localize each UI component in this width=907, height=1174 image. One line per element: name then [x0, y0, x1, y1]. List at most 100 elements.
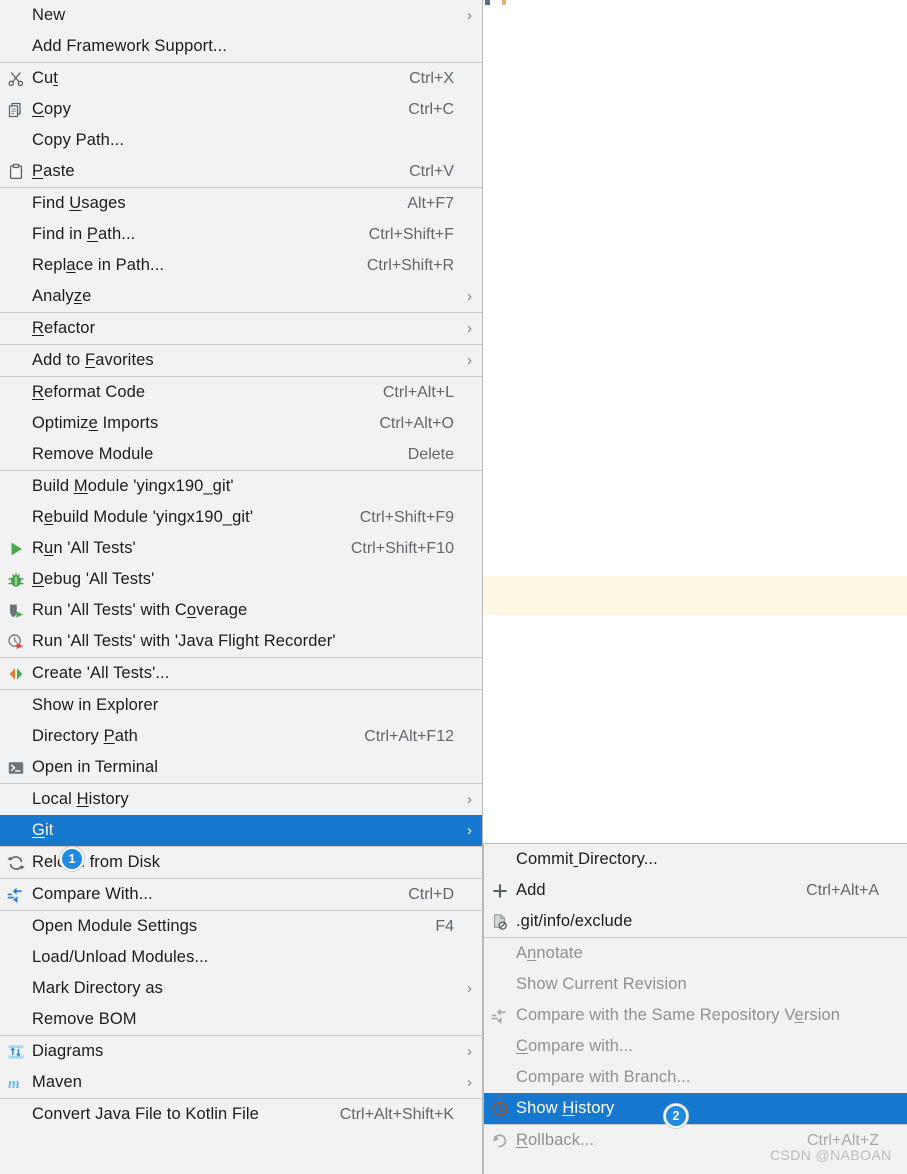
menu-item-cut[interactable]: Cut Ctrl+X — [0, 63, 482, 94]
menu-item-remove-bom[interactable]: Remove BOM — [0, 1004, 482, 1035]
menu-item-run-all-tests[interactable]: Run 'All Tests' Ctrl+Shift+F10 — [0, 533, 482, 564]
scissors-icon — [0, 63, 32, 94]
menu-item-label: Debug 'All Tests' — [32, 570, 155, 588]
menu-item-commit-directory[interactable]: Commit Directory... — [484, 844, 907, 875]
menu-item-analyze[interactable]: Analyze › — [0, 281, 482, 312]
menu-item-open-module-settings[interactable]: Open Module Settings F4 — [0, 911, 482, 942]
menu-item-shortcut: Ctrl+Alt+A — [806, 881, 879, 899]
step-badge-1: 1 — [60, 847, 84, 871]
menu-item-label: Directory Path — [32, 727, 138, 745]
menu-item-add-framework-support[interactable]: Add Framework Support... — [0, 31, 482, 62]
clipboard-icon — [0, 156, 32, 187]
menu-item-label: Compare with Branch... — [516, 1068, 691, 1086]
menu-item-icon-slot — [0, 0, 32, 31]
file-ignored-icon — [484, 906, 516, 937]
copy-icon — [0, 94, 32, 125]
menu-item-icon-slot — [0, 471, 32, 502]
menu-item-label: Run 'All Tests' with Coverage — [32, 601, 248, 619]
rollback-icon — [484, 1125, 516, 1156]
menu-item-label: Commit Directory... — [516, 850, 658, 868]
run-icon — [0, 533, 32, 564]
menu-item-git[interactable]: Git › — [0, 815, 482, 846]
menu-item-label: Load/Unload Modules... — [32, 948, 209, 966]
menu-item-add[interactable]: Add Ctrl+Alt+A — [484, 875, 907, 906]
menu-item-compare-with-the-same-repository-version: Compare with the Same Repository Version — [484, 1000, 907, 1031]
menu-item-find-usages[interactable]: Find Usages Alt+F7 — [0, 188, 482, 219]
menu-item-copy-path[interactable]: Copy Path... — [0, 125, 482, 156]
menu-item-icon-slot — [0, 408, 32, 439]
menu-item-show-history[interactable]: Show History — [484, 1093, 907, 1124]
menu-item-refactor[interactable]: Refactor › — [0, 313, 482, 344]
menu-item-label: Build Module 'yingx190_git' — [32, 477, 234, 495]
menu-item-label: Maven — [32, 1073, 83, 1091]
menu-item-icon-slot — [0, 784, 32, 815]
menu-item-icon-slot — [0, 911, 32, 942]
menu-item-mark-directory-as[interactable]: Mark Directory as › — [0, 973, 482, 1004]
menu-item-optimize-imports[interactable]: Optimize Imports Ctrl+Alt+O — [0, 408, 482, 439]
create-config-icon — [0, 658, 32, 689]
menu-item-create-all-tests[interactable]: Create 'All Tests'... — [0, 658, 482, 689]
menu-item-run-all-tests-with-java-flight-recorder[interactable]: Run 'All Tests' with 'Java Flight Record… — [0, 626, 482, 657]
menu-item-shortcut: Ctrl+Shift+R — [366, 256, 454, 274]
menu-item-shortcut: Ctrl+Alt+O — [379, 414, 454, 432]
menu-item-copy[interactable]: Copy Ctrl+C — [0, 94, 482, 125]
menu-item-icon-slot — [0, 815, 32, 846]
menu-item-icon-slot — [0, 1099, 32, 1130]
menu-item-icon-slot — [0, 125, 32, 156]
terminal-icon — [0, 752, 32, 783]
menu-item-shortcut: Ctrl+Shift+F9 — [359, 508, 454, 526]
menu-item-convert-java-file-to-kotlin-file[interactable]: Convert Java File to Kotlin File Ctrl+Alt… — [0, 1099, 482, 1130]
menu-item-label: Diagrams — [32, 1042, 104, 1060]
menu-item-shortcut: Ctrl+X — [409, 69, 454, 87]
menu-item-paste[interactable]: Paste Ctrl+V — [0, 156, 482, 187]
menu-item-label: Open Module Settings — [32, 917, 198, 935]
chevron-right-icon: › — [467, 1074, 472, 1091]
menu-item-git-info-exclude[interactable]: .git/info/exclude — [484, 906, 907, 937]
menu-item-add-to-favorites[interactable]: Add to Favorites › — [0, 345, 482, 376]
menu-item-open-in-terminal[interactable]: Open in Terminal — [0, 752, 482, 783]
menu-item-label: Add Framework Support... — [32, 37, 227, 55]
menu-item-shortcut: Ctrl+Alt+L — [382, 383, 454, 401]
menu-item-show-in-explorer[interactable]: Show in Explorer — [0, 690, 482, 721]
menu-item-icon-slot — [0, 31, 32, 62]
menu-item-find-in-path[interactable]: Find in Path... Ctrl+Shift+F — [0, 219, 482, 250]
menu-item-rebuild-module-yingx190-git[interactable]: Rebuild Module 'yingx190_git' Ctrl+Shift+… — [0, 502, 482, 533]
menu-item-maven[interactable]: m Maven › — [0, 1067, 482, 1098]
menu-item-load-unload-modules[interactable]: Load/Unload Modules... — [0, 942, 482, 973]
menu-item-icon-slot — [0, 439, 32, 470]
menu-item-compare-with[interactable]: Compare With... Ctrl+D — [0, 879, 482, 910]
menu-item-label: Refactor — [32, 319, 96, 337]
profiler-icon — [0, 626, 32, 657]
menu-item-directory-path[interactable]: Directory Path Ctrl+Alt+F12 — [0, 721, 482, 752]
menu-item-debug-all-tests[interactable]: Debug 'All Tests' — [0, 564, 482, 595]
compare-icon — [0, 879, 32, 910]
chevron-right-icon: › — [467, 7, 472, 24]
menu-item-label: Find in Path... — [32, 225, 136, 243]
menu-item-label: Remove Module — [32, 445, 154, 463]
chevron-right-icon: › — [467, 822, 472, 839]
svg-text:m: m — [8, 1076, 20, 1092]
chevron-right-icon: › — [467, 320, 472, 337]
menu-item-new[interactable]: New › — [0, 0, 482, 31]
menu-item-reformat-code[interactable]: Reformat Code Ctrl+Alt+L — [0, 377, 482, 408]
chevron-right-icon: › — [467, 980, 472, 997]
menu-item-annotate: Annotate — [484, 938, 907, 969]
menu-item-replace-in-path[interactable]: Replace in Path... Ctrl+Shift+R — [0, 250, 482, 281]
menu-item-icon-slot — [0, 721, 32, 752]
menu-item-icon-slot — [0, 1004, 32, 1035]
menu-item-label: Paste — [32, 162, 75, 180]
menu-item-shortcut: Delete — [407, 445, 454, 463]
git-submenu[interactable]: Commit Directory... Add Ctrl+Alt+A .git/inf… — [483, 843, 907, 1174]
maven-icon: m — [0, 1067, 32, 1098]
chevron-right-icon: › — [467, 288, 472, 305]
menu-item-label: Show Current Revision — [516, 975, 687, 993]
menu-item-label: Copy Path... — [32, 131, 124, 149]
menu-item-remove-module[interactable]: Remove Module Delete — [0, 439, 482, 470]
menu-item-icon-slot — [484, 969, 516, 1000]
menu-item-run-all-tests-with-coverage[interactable]: Run 'All Tests' with Coverage — [0, 595, 482, 626]
menu-item-build-module-yingx190-git[interactable]: Build Module 'yingx190_git' — [0, 471, 482, 502]
project-context-menu[interactable]: New › Add Framework Support... Cut Ctrl+X Cop… — [0, 0, 483, 1174]
menu-item-local-history[interactable]: Local History › — [0, 784, 482, 815]
menu-item-label: Open in Terminal — [32, 758, 159, 776]
menu-item-diagrams[interactable]: Diagrams › — [0, 1036, 482, 1067]
